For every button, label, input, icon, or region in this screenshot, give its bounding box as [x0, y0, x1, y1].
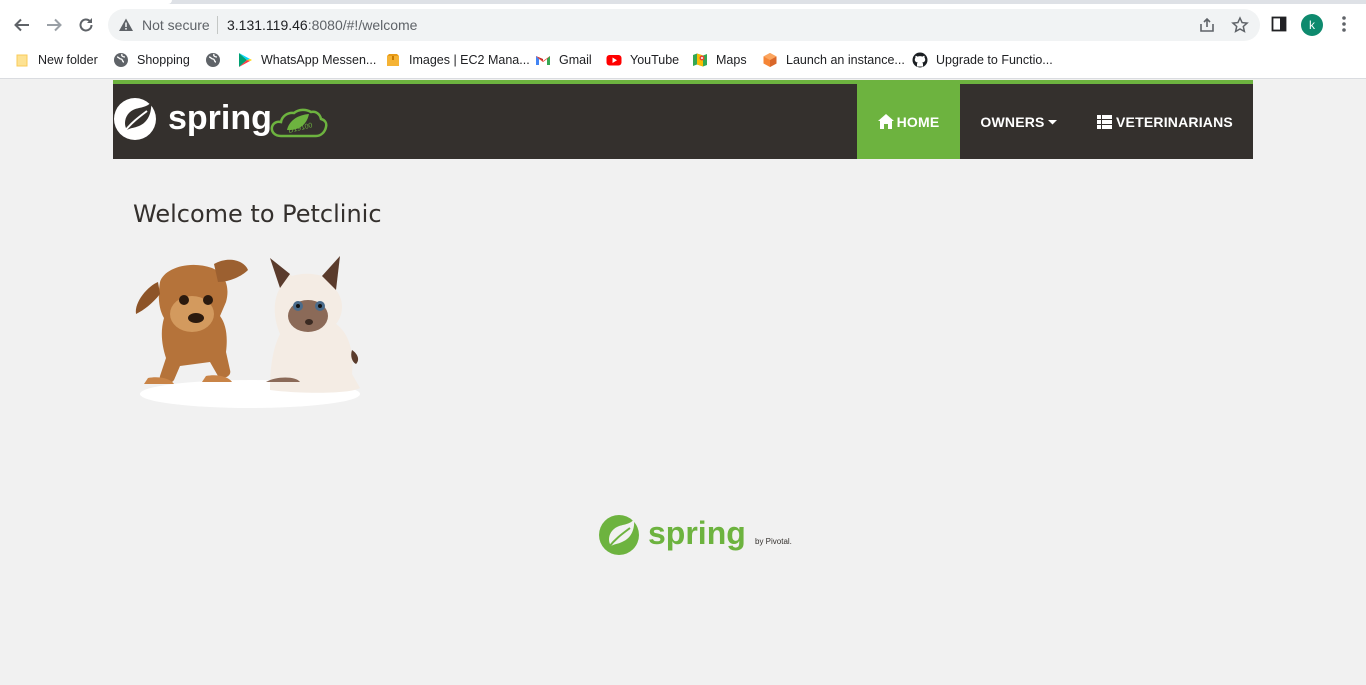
tab-strip	[0, 0, 1366, 4]
gmail-icon	[536, 56, 550, 65]
security-label[interactable]: Not secure	[142, 17, 210, 33]
play-store-icon	[239, 53, 252, 67]
caret-down-icon	[1047, 119, 1057, 124]
profile-avatar[interactable]: k	[1301, 14, 1323, 36]
github-icon	[912, 52, 928, 68]
maps-icon	[693, 53, 707, 67]
bookmark-youtube[interactable]: YouTube	[606, 48, 679, 72]
nav-owners-label: OWNERS	[980, 113, 1045, 130]
bookmark-launch-instance[interactable]: Launch an instance...	[762, 48, 905, 72]
youtube-icon	[606, 55, 622, 66]
svg-text:spring: spring	[648, 515, 746, 551]
bookmark-label: Upgrade to Functio...	[936, 53, 1053, 67]
svg-text:by Pivotal.: by Pivotal.	[755, 537, 792, 546]
spring-by-pivotal-logo: spring by Pivotal.	[599, 515, 792, 555]
home-icon	[877, 114, 894, 129]
more-menu-icon[interactable]	[1338, 14, 1350, 34]
bookmark-new-folder[interactable]: New folder	[14, 48, 98, 72]
page-title: Welcome to Petclinic	[133, 200, 382, 228]
url-path: :8080/#!/welcome	[307, 17, 418, 33]
nav-veterinarians[interactable]: VETERINARIANS	[1077, 84, 1253, 159]
bookmark-star-icon[interactable]	[1231, 16, 1249, 34]
bookmark-shopping[interactable]: Shopping	[113, 48, 190, 72]
bookmark-label: Images | EC2 Mana...	[409, 53, 530, 67]
browser-chrome: Not secure 3.131.119.46:8080/#!/welcome …	[0, 0, 1366, 79]
folder-icon	[16, 54, 28, 67]
pets-image	[135, 256, 360, 408]
petclinic-page: spring D19100 HOME OWNERS VETERINARIANS …	[0, 80, 1366, 685]
bookmark-label: Shopping	[137, 53, 190, 67]
bookmarks-bar: New folder Shopping WhatsApp Messen... I…	[0, 48, 1366, 72]
bookmark-label: WhatsApp Messen...	[261, 53, 377, 67]
url-host: 3.131.119.46	[227, 17, 308, 33]
forward-arrow-icon	[47, 18, 62, 32]
bookmark-github[interactable]: Upgrade to Functio...	[912, 48, 1053, 72]
bookmark-label: Gmail	[559, 53, 592, 67]
side-panel-icon[interactable]	[1271, 16, 1287, 32]
back-arrow-icon	[14, 18, 29, 32]
top-navbar: spring D19100 HOME OWNERS VETERINARIANS	[113, 80, 1253, 159]
globe-icon	[206, 53, 220, 67]
warning-icon[interactable]	[118, 17, 134, 33]
bookmark-gmail[interactable]: Gmail	[535, 48, 592, 72]
bookmark-label: Maps	[716, 53, 747, 67]
nav-owners-dropdown[interactable]: OWNERS	[960, 84, 1077, 159]
aws-cube-icon	[763, 53, 777, 67]
address-bar[interactable]: Not secure 3.131.119.46:8080/#!/welcome	[108, 9, 1260, 41]
bookmark-whatsapp[interactable]: WhatsApp Messen...	[237, 48, 376, 72]
bookmark-label: Launch an instance...	[786, 53, 905, 67]
nav-home[interactable]: HOME	[857, 84, 960, 159]
aws-box-icon	[387, 54, 399, 66]
nav-home-label: HOME	[896, 113, 940, 130]
bookmark-label: YouTube	[630, 53, 680, 67]
bookmark-maps[interactable]: Maps	[692, 48, 747, 72]
share-icon[interactable]	[1198, 16, 1216, 34]
nav-veterinarians-label: VETERINARIANS	[1116, 113, 1233, 130]
reload-button[interactable]	[73, 12, 99, 38]
omnibox-divider	[217, 16, 218, 34]
list-icon	[1097, 114, 1113, 129]
bookmark-globe[interactable]	[205, 48, 229, 72]
back-button[interactable]	[9, 12, 35, 38]
reload-icon	[79, 18, 93, 32]
globe-icon	[114, 53, 128, 67]
url-text[interactable]: 3.131.119.46:8080/#!/welcome	[227, 17, 417, 33]
svg-text:spring: spring	[168, 99, 272, 137]
bookmark-label: New folder	[38, 53, 98, 67]
spring-petclinic-logo[interactable]: spring D19100	[113, 94, 343, 144]
forward-button[interactable]	[41, 12, 67, 38]
bookmark-ec2-images[interactable]: Images | EC2 Mana...	[385, 48, 530, 72]
